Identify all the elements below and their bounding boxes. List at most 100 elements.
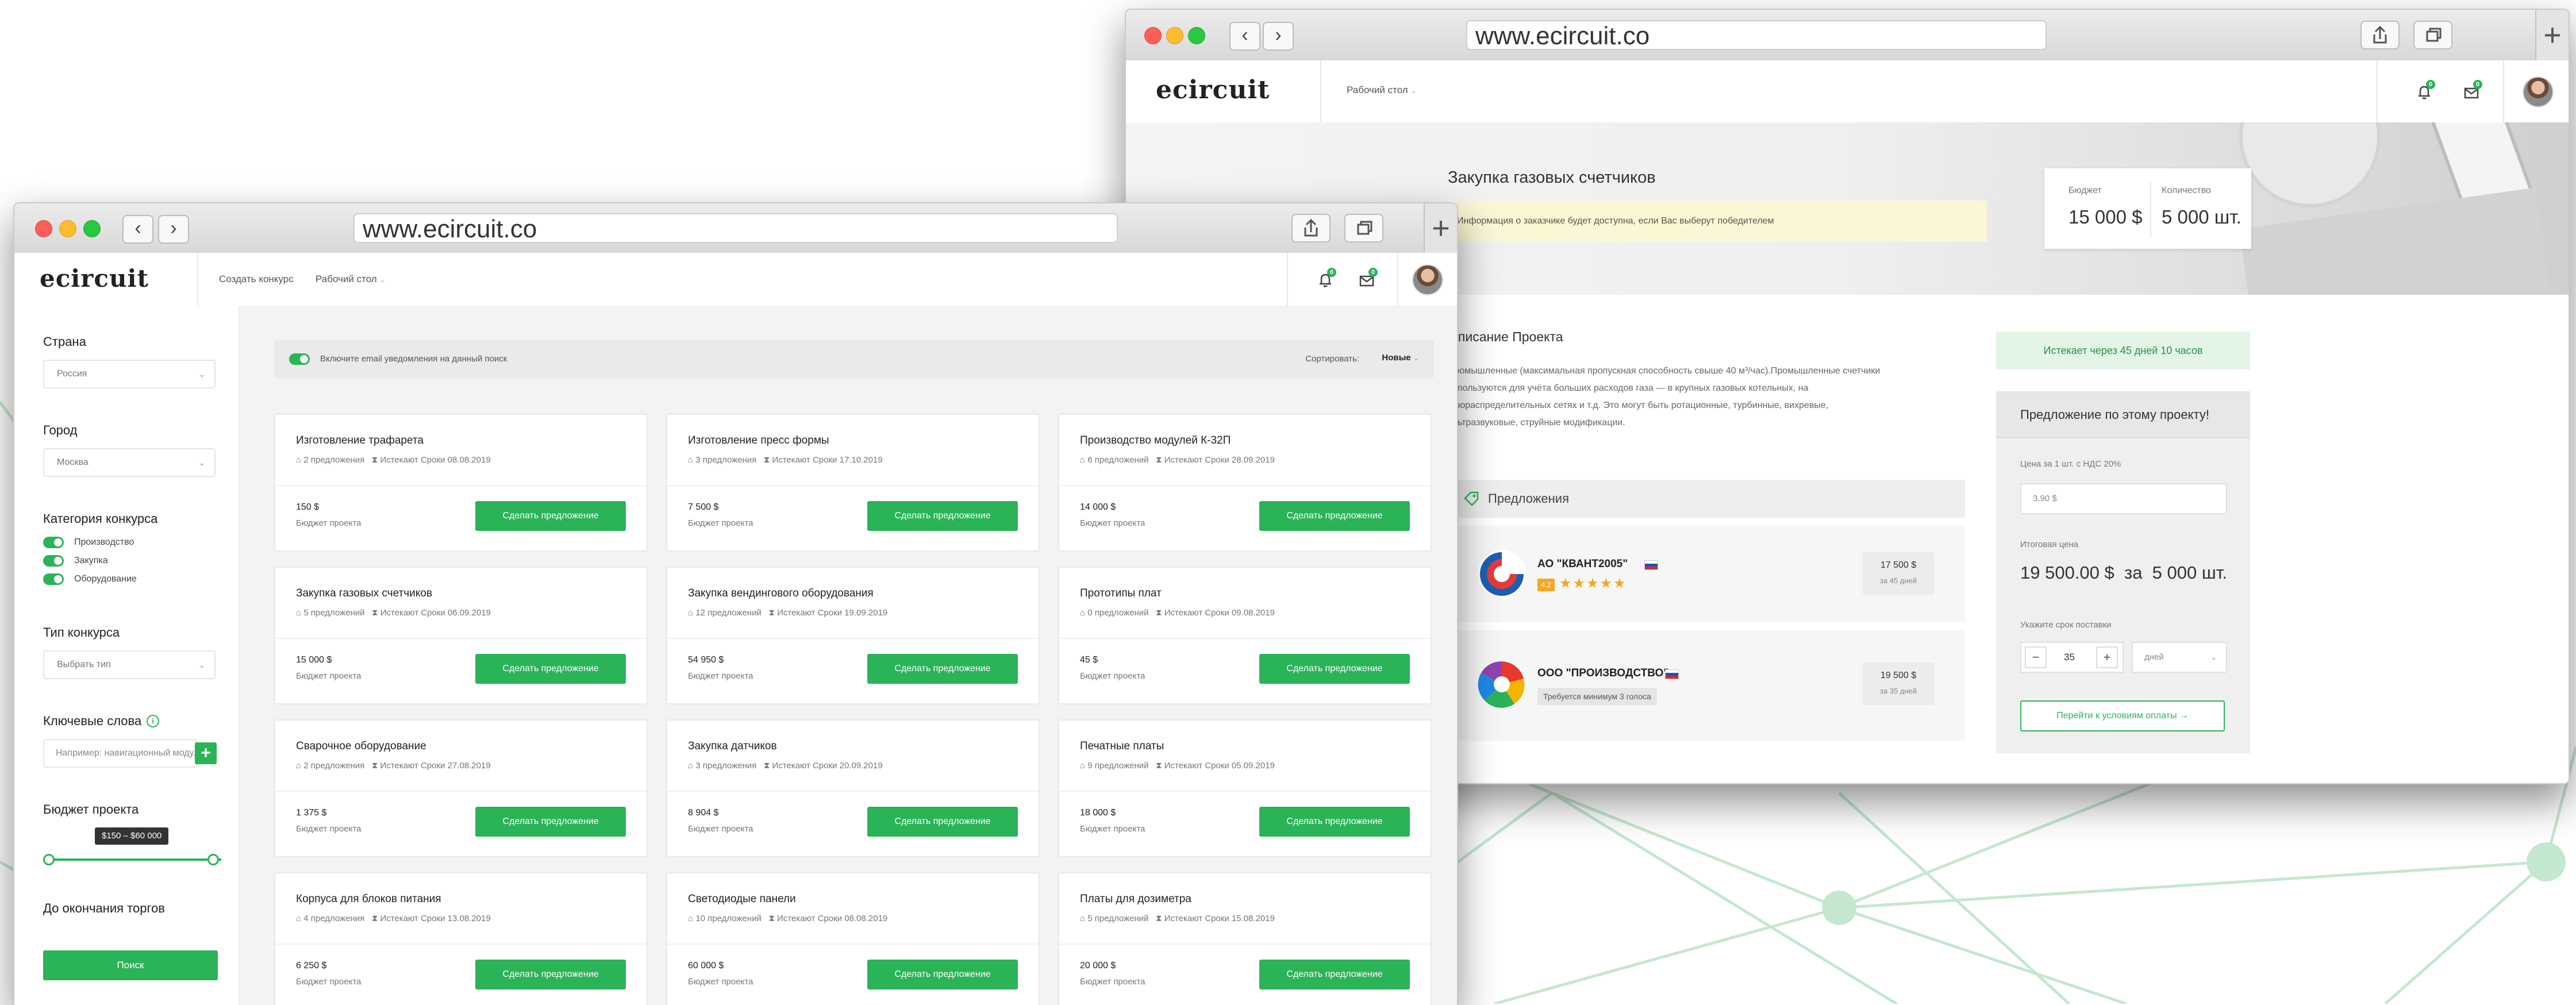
new-tab-button[interactable]: +	[1424, 203, 1457, 253]
messages-button[interactable]: 0	[2463, 80, 2482, 103]
budget-slider-track[interactable]	[49, 858, 221, 861]
contest-title[interactable]: Изготовление трафарета	[296, 434, 424, 447]
make-offer-button[interactable]: Сделать предложение	[475, 501, 626, 531]
maximize-window-dot[interactable]	[1188, 27, 1205, 44]
category-toggle-production[interactable]	[43, 537, 64, 548]
type-select[interactable]: Выбрать тип ⌄	[43, 650, 216, 679]
make-offer-button[interactable]: Сделать предложение	[867, 654, 1018, 684]
contest-card[interactable]: Прототипы плат ⌂ 0 предложений ⧗ Истекают…	[1058, 567, 1432, 704]
make-offer-button[interactable]: Сделать предложение	[475, 654, 626, 684]
logo[interactable]: ecircuit	[1156, 75, 1270, 105]
notifications-button[interactable]: 0	[1317, 268, 1336, 291]
nav-dashboard[interactable]: Рабочий стол ⌄	[316, 274, 386, 285]
keywords-label: Ключевые слова	[43, 714, 142, 728]
budget-slider-min-thumb[interactable]	[43, 854, 55, 865]
contest-title[interactable]: Корпуса для блоков питания	[296, 893, 441, 906]
hourglass-icon: ⧗	[763, 455, 770, 465]
contest-card[interactable]: Корпуса для блоков питания ⌂ 4 предложени…	[274, 872, 648, 1005]
category-toggle-equipment[interactable]	[43, 573, 64, 585]
delivery-days-value[interactable]: 35	[2064, 652, 2075, 663]
sort-select[interactable]: Новые ⌄	[1382, 353, 1419, 363]
contest-card[interactable]: Изготовление трафарета ⌂ 2 предложения ⧗ …	[274, 414, 648, 552]
email-notifications-toggle[interactable]	[289, 353, 310, 365]
contest-card[interactable]: Закупка вендингового оборудования ⌂ 12 пр…	[666, 567, 1040, 704]
description-text: Промышленные (максимальная пропускная сп…	[1448, 363, 1994, 432]
contest-card[interactable]: Печатные платы ⌂ 9 предложений ⧗ Истекают…	[1058, 719, 1432, 857]
nav-create-contest[interactable]: Создать конкурс	[219, 274, 294, 285]
make-offer-button[interactable]: Сделать предложение	[475, 960, 626, 989]
contest-title[interactable]: Сварочное оборудование	[296, 740, 426, 753]
contest-title[interactable]: Закупка вендингового оборудования	[688, 587, 874, 600]
user-avatar[interactable]	[2523, 76, 2554, 107]
minimize-window-dot[interactable]	[59, 220, 76, 237]
maximize-window-dot[interactable]	[83, 220, 101, 237]
back-button[interactable]: ‹	[122, 215, 153, 244]
messages-badge: 0	[1368, 268, 1378, 277]
back-button[interactable]: ‹	[1229, 22, 1260, 51]
contest-budget-label: Бюджет проекта	[1080, 518, 1145, 528]
address-bar[interactable]: www.ecircuit.co	[1466, 20, 2047, 50]
make-offer-button[interactable]: Сделать предложение	[475, 807, 626, 837]
contest-card[interactable]: Закупка датчиков ⌂ 3 предложения ⧗ Истека…	[666, 719, 1040, 857]
contest-title[interactable]: Платы для дозиметра	[1080, 893, 1191, 906]
close-window-dot[interactable]	[1144, 27, 1162, 44]
hourglass-icon: ⧗	[1156, 914, 1162, 923]
tabs-button[interactable]	[2413, 21, 2452, 49]
offers-count: 5 предложений	[1087, 914, 1149, 923]
search-button[interactable]: Поиск	[43, 950, 218, 980]
company-name[interactable]: АО "КВАНТ2005"	[1537, 558, 1628, 571]
make-offer-button[interactable]: Сделать предложение	[1259, 807, 1410, 837]
share-button[interactable]	[1291, 214, 1331, 242]
unit-price-input[interactable]: 3.90 $	[2020, 483, 2227, 514]
country-select[interactable]: Россия ⌄	[43, 360, 216, 388]
budget-slider-max-thumb[interactable]	[207, 854, 219, 865]
contest-card[interactable]: Производство модулей К-32П ⌂ 6 предложени…	[1058, 414, 1432, 552]
contest-title[interactable]: Прототипы плат	[1080, 587, 1162, 600]
logo[interactable]: ecircuit	[40, 264, 149, 292]
category-toggle-purchase[interactable]	[43, 555, 64, 567]
go-to-payment-button[interactable]: Перейти к условиям оплаты →	[2020, 700, 2225, 731]
tag-icon: ⌂	[296, 455, 302, 465]
delivery-decrement-button[interactable]: −	[2025, 646, 2047, 668]
contest-card[interactable]: Изготовление пресс формы ⌂ 3 предложения …	[666, 414, 1040, 552]
make-offer-button[interactable]: Сделать предложение	[867, 960, 1018, 989]
contest-title[interactable]: Закупка датчиков	[688, 740, 777, 753]
card-divider	[275, 485, 647, 486]
company-name[interactable]: ООО "ПРОИЗВОДСТВО"	[1537, 667, 1668, 680]
tabs-button[interactable]	[1344, 214, 1383, 242]
contest-card[interactable]: Сварочное оборудование ⌂ 2 предложения ⧗ …	[274, 719, 648, 857]
contest-title[interactable]: Изготовление пресс формы	[688, 434, 829, 447]
contest-title[interactable]: Светодиодые панели	[688, 893, 796, 906]
add-keyword-button[interactable]: +	[195, 742, 217, 764]
address-bar[interactable]: www.ecircuit.co	[353, 213, 1118, 243]
make-offer-button[interactable]: Сделать предложение	[1259, 654, 1410, 684]
contest-title[interactable]: Закупка газовых счетчиков	[296, 587, 432, 600]
city-select[interactable]: Москва ⌄	[43, 448, 216, 477]
delivery-unit-select[interactable]: дней ⌄	[2132, 642, 2227, 673]
forward-button[interactable]: ›	[1263, 22, 1294, 51]
nav-dashboard[interactable]: Рабочий стол ⌄	[1347, 84, 1417, 96]
minimize-window-dot[interactable]	[1166, 27, 1183, 44]
delivery-increment-button[interactable]: +	[2096, 646, 2118, 668]
forward-button[interactable]: ›	[158, 215, 189, 244]
close-window-dot[interactable]	[35, 220, 52, 237]
contest-card[interactable]: Светодиодые панели ⌂ 10 предложений ⧗ Ист…	[666, 872, 1040, 1005]
make-offer-button[interactable]: Сделать предложение	[867, 501, 1018, 531]
keywords-input[interactable]: Например: навигационный модуль	[43, 739, 197, 768]
contest-title[interactable]: Производство модулей К-32П	[1080, 434, 1231, 447]
offer-row[interactable]: ООО "ПРОИЗВОДСТВО" Требуется минимум 3 г…	[1448, 630, 1965, 741]
contest-card[interactable]: Закупка газовых счетчиков ⌂ 5 предложений…	[274, 567, 648, 704]
user-avatar[interactable]	[1412, 264, 1443, 295]
info-icon[interactable]: i	[147, 715, 159, 727]
make-offer-button[interactable]: Сделать предложение	[1259, 501, 1410, 531]
offer-row[interactable]: АО "КВАНТ2005" 4.2 ★★★★★ 17 500 $ за 45 …	[1448, 526, 1965, 622]
new-tab-button[interactable]: +	[2535, 10, 2569, 60]
contest-title[interactable]: Печатные платы	[1080, 740, 1164, 753]
share-button[interactable]	[2360, 21, 2400, 49]
tag-icon: ⌂	[296, 608, 302, 618]
messages-button[interactable]: 0	[1358, 268, 1378, 291]
make-offer-button[interactable]: Сделать предложение	[867, 807, 1018, 837]
contest-card[interactable]: Платы для дозиметра ⌂ 5 предложений ⧗ Ист…	[1058, 872, 1432, 1005]
notifications-button[interactable]: 0	[2416, 80, 2435, 103]
make-offer-button[interactable]: Сделать предложение	[1259, 960, 1410, 989]
